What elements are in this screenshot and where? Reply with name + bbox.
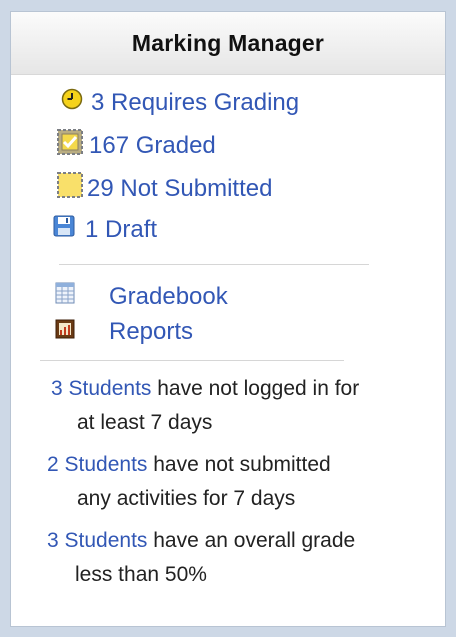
report-chart-icon [55,318,75,346]
alert-text: have not logged in for [151,377,360,400]
draft-link[interactable]: 1 Draft [53,215,157,244]
widget-frame: Marking Manager 3 Requires Grading 167 G… [0,0,456,637]
panel-header: Marking Manager [11,12,445,75]
checked-box-icon [57,129,83,162]
gradebook-label: Gradebook [109,282,228,310]
not-submitted-link[interactable]: 29 Not Submitted [57,172,272,205]
alert-text: have an overall grade [147,529,356,552]
marking-manager-panel: Marking Manager 3 Requires Grading 167 G… [10,11,446,627]
draft-label: 1 Draft [85,215,158,243]
requires-grading-link[interactable]: 3 Requires Grading [61,88,299,117]
reports-label: Reports [109,318,194,345]
alert-low-grade: 3 Students have an overall grade less th… [47,524,355,592]
students-link[interactable]: 2 Students [47,453,147,476]
alert-not-logged-in: 3 Students have not logged in for at lea… [51,372,359,440]
not-submitted-label: 29 Not Submitted [87,174,273,202]
students-link[interactable]: 3 Students [51,377,151,400]
clock-icon [61,88,83,117]
requires-grading-label: 3 Requires Grading [91,88,300,116]
divider [59,264,369,265]
alert-text: have not submitted [147,453,331,476]
alert-text: any activities for 7 days [77,487,296,510]
save-disk-icon [53,215,75,244]
graded-link[interactable]: 167 Graded [57,129,216,162]
divider [40,360,344,361]
alert-text: less than 50% [75,563,207,586]
reports-link[interactable]: Reports [55,318,193,346]
alert-not-submitted: 2 Students have not submitted any activi… [47,448,331,516]
graded-label: 167 Graded [89,131,216,159]
spreadsheet-icon [55,282,75,311]
students-link[interactable]: 3 Students [47,529,147,552]
panel-title: Marking Manager [131,29,325,56]
dashed-box-icon [57,172,83,205]
gradebook-link[interactable]: Gradebook [55,282,228,311]
alert-text: at least 7 days [77,411,213,434]
